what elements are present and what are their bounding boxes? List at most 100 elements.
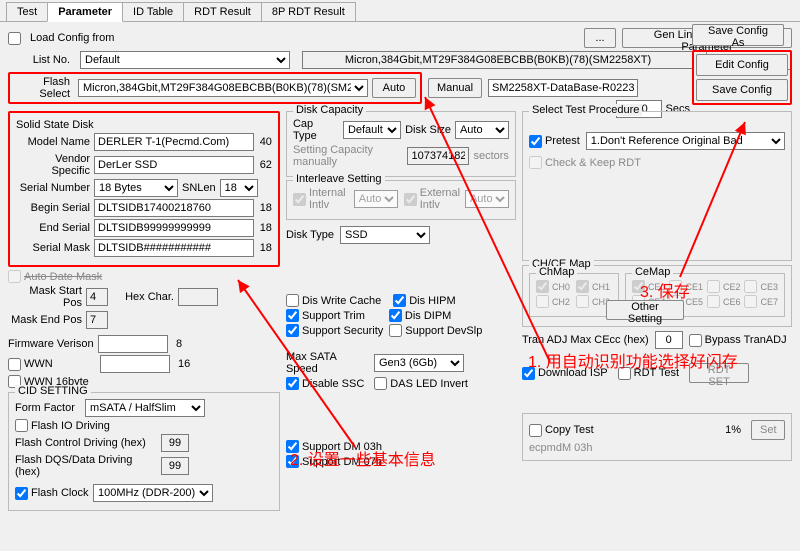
set-button: Set	[751, 420, 785, 440]
database-input[interactable]	[488, 79, 638, 97]
model-name-input[interactable]	[94, 133, 254, 151]
list-no-label: List No.	[8, 54, 74, 66]
firmware-input[interactable]	[98, 335, 168, 353]
max-sata-select[interactable]: Gen3 (6Gb)	[374, 354, 464, 372]
disable-ssc-checkbox[interactable]	[286, 377, 299, 390]
cap-type-label: Cap Type	[293, 118, 343, 142]
flash-clock-select[interactable]: 100MHz (DDR-200)	[93, 484, 213, 502]
dots-button[interactable]: ...	[584, 28, 616, 48]
download-isp-checkbox[interactable]	[522, 367, 535, 380]
list-no-select[interactable]: Default	[80, 51, 290, 69]
internal-intlv-select: Auto	[354, 190, 398, 208]
ce7-label: CE7	[760, 297, 778, 307]
load-config-label: Load Config from	[30, 32, 114, 44]
support-devslp-checkbox[interactable]	[389, 324, 402, 337]
support-dm03h-checkbox[interactable]	[286, 440, 299, 453]
rdt-set-button: RDT SET	[689, 363, 749, 383]
ce2-label: CE2	[723, 282, 741, 292]
flash-select-dropdown[interactable]: Micron,384Gbit,MT29F384G08EBCBB(B0KB)(78…	[78, 79, 368, 97]
internal-intlv-label: Internal Intlv	[309, 187, 348, 211]
cemap-legend: CeMap	[632, 266, 673, 278]
snlen-select[interactable]: 18	[220, 179, 258, 197]
begin-serial-input[interactable]	[94, 199, 254, 217]
serial-number-select[interactable]: 18 Bytes	[94, 179, 178, 197]
wwn-input[interactable]	[100, 355, 170, 373]
select-test-legend: Select Test Procedure	[529, 104, 642, 116]
tab-test[interactable]: Test	[6, 2, 48, 21]
other-setting-button[interactable]: Other Setting	[606, 300, 684, 320]
mask-start-label: Mask Start Pos	[8, 285, 86, 309]
disk-size-label: Disk Size	[405, 124, 455, 136]
ce7-checkbox	[744, 295, 757, 308]
rdt-test-checkbox[interactable]	[618, 367, 631, 380]
cap-type-select[interactable]: Default	[343, 121, 401, 139]
support-dm07h-checkbox[interactable]	[286, 455, 299, 468]
cid-legend: CID SETTING	[15, 385, 91, 397]
disable-ssc-label: Disable SSC	[302, 378, 364, 390]
begin-serial-label: Begin Serial	[16, 202, 94, 214]
serial-mask-input[interactable]	[94, 239, 254, 257]
sectors-label: sectors	[473, 150, 508, 162]
dis-dipm-checkbox[interactable]	[389, 309, 402, 322]
auto-date-mask-label: Auto Date Mask	[24, 271, 102, 283]
firmware-len: 8	[176, 338, 182, 350]
flash-ctrl-input	[161, 434, 189, 452]
download-isp-label: Download ISP	[538, 367, 608, 379]
save-config-as-button[interactable]: Save Config As	[692, 24, 784, 46]
ce1-checkbox	[669, 280, 682, 293]
ch2-label: CH2	[552, 297, 570, 307]
tran-adj-input[interactable]	[655, 331, 683, 349]
copy-test-checkbox[interactable]	[529, 424, 542, 437]
vendor-input[interactable]	[94, 156, 254, 174]
mask-end-label: Mask End Pos	[8, 314, 86, 326]
form-factor-select[interactable]: mSATA / HalfSlim	[85, 399, 205, 417]
snlen-label: SNLen	[182, 182, 216, 194]
wwn-checkbox[interactable]	[8, 358, 21, 371]
tab-8prdt[interactable]: 8P RDT Result	[261, 2, 356, 21]
disk-size-select[interactable]: Auto	[455, 121, 509, 139]
dis-write-cache-checkbox[interactable]	[286, 294, 299, 307]
dis-hipm-label: Dis HIPM	[409, 295, 455, 307]
ch3-checkbox	[576, 295, 589, 308]
mask-start-input	[86, 288, 108, 306]
support-security-checkbox[interactable]	[286, 324, 299, 337]
support-trim-checkbox[interactable]	[286, 309, 299, 322]
flash-clock-checkbox[interactable]	[15, 487, 28, 500]
flash-io-driving-checkbox[interactable]	[15, 419, 28, 432]
flash-dqs-label: Flash DQS/Data Driving (hex)	[15, 454, 161, 478]
tab-rdtresult[interactable]: RDT Result	[183, 2, 262, 21]
save-config-button[interactable]: Save Config	[696, 79, 788, 101]
load-config-checkbox[interactable]	[8, 32, 21, 45]
ch2-checkbox	[536, 295, 549, 308]
hex-char-label: Hex Char.	[118, 291, 178, 303]
end-serial-label: End Serial	[16, 222, 94, 234]
tab-idtable[interactable]: ID Table	[122, 2, 184, 21]
ce0-label: CE0	[648, 282, 666, 292]
bypass-tran-checkbox[interactable]	[689, 334, 702, 347]
disk-type-select[interactable]: SSD	[340, 226, 430, 244]
copy-test-label: Copy Test	[545, 424, 594, 436]
flash-ctrl-label: Flash Control Driving (hex)	[15, 437, 161, 449]
edit-config-button[interactable]: Edit Config	[696, 54, 788, 76]
ssd-legend: Solid State Disk	[16, 119, 94, 131]
end-serial-input[interactable]	[94, 219, 254, 237]
right-button-stack: Save Config As Edit Config Save Config	[692, 24, 792, 105]
pretest-select[interactable]: 1.Don't Reference Original Bad	[586, 132, 785, 150]
dis-hipm-checkbox[interactable]	[393, 294, 406, 307]
das-led-checkbox[interactable]	[374, 377, 387, 390]
setting-manual-label: Setting Capacity manually	[293, 144, 404, 168]
tab-parameter[interactable]: Parameter	[47, 2, 123, 22]
chmap-legend: ChMap	[536, 266, 577, 278]
ce3-checkbox	[744, 280, 757, 293]
check-keep-rdt-checkbox	[529, 156, 542, 169]
tran-adj-label: Tran ADJ Max CEcc (hex)	[522, 334, 649, 346]
model-name-label: Model Name	[16, 136, 94, 148]
auto-button[interactable]: Auto	[372, 78, 416, 98]
ch1-checkbox	[576, 280, 589, 293]
serial-mask-len: 18	[254, 242, 272, 254]
manual-button[interactable]: Manual	[428, 78, 482, 98]
ecpmd-label: ecpmdM 03h	[529, 442, 593, 454]
model-name-len: 40	[254, 136, 272, 148]
pretest-checkbox[interactable]	[529, 135, 542, 148]
support-security-label: Support Security	[302, 325, 383, 337]
